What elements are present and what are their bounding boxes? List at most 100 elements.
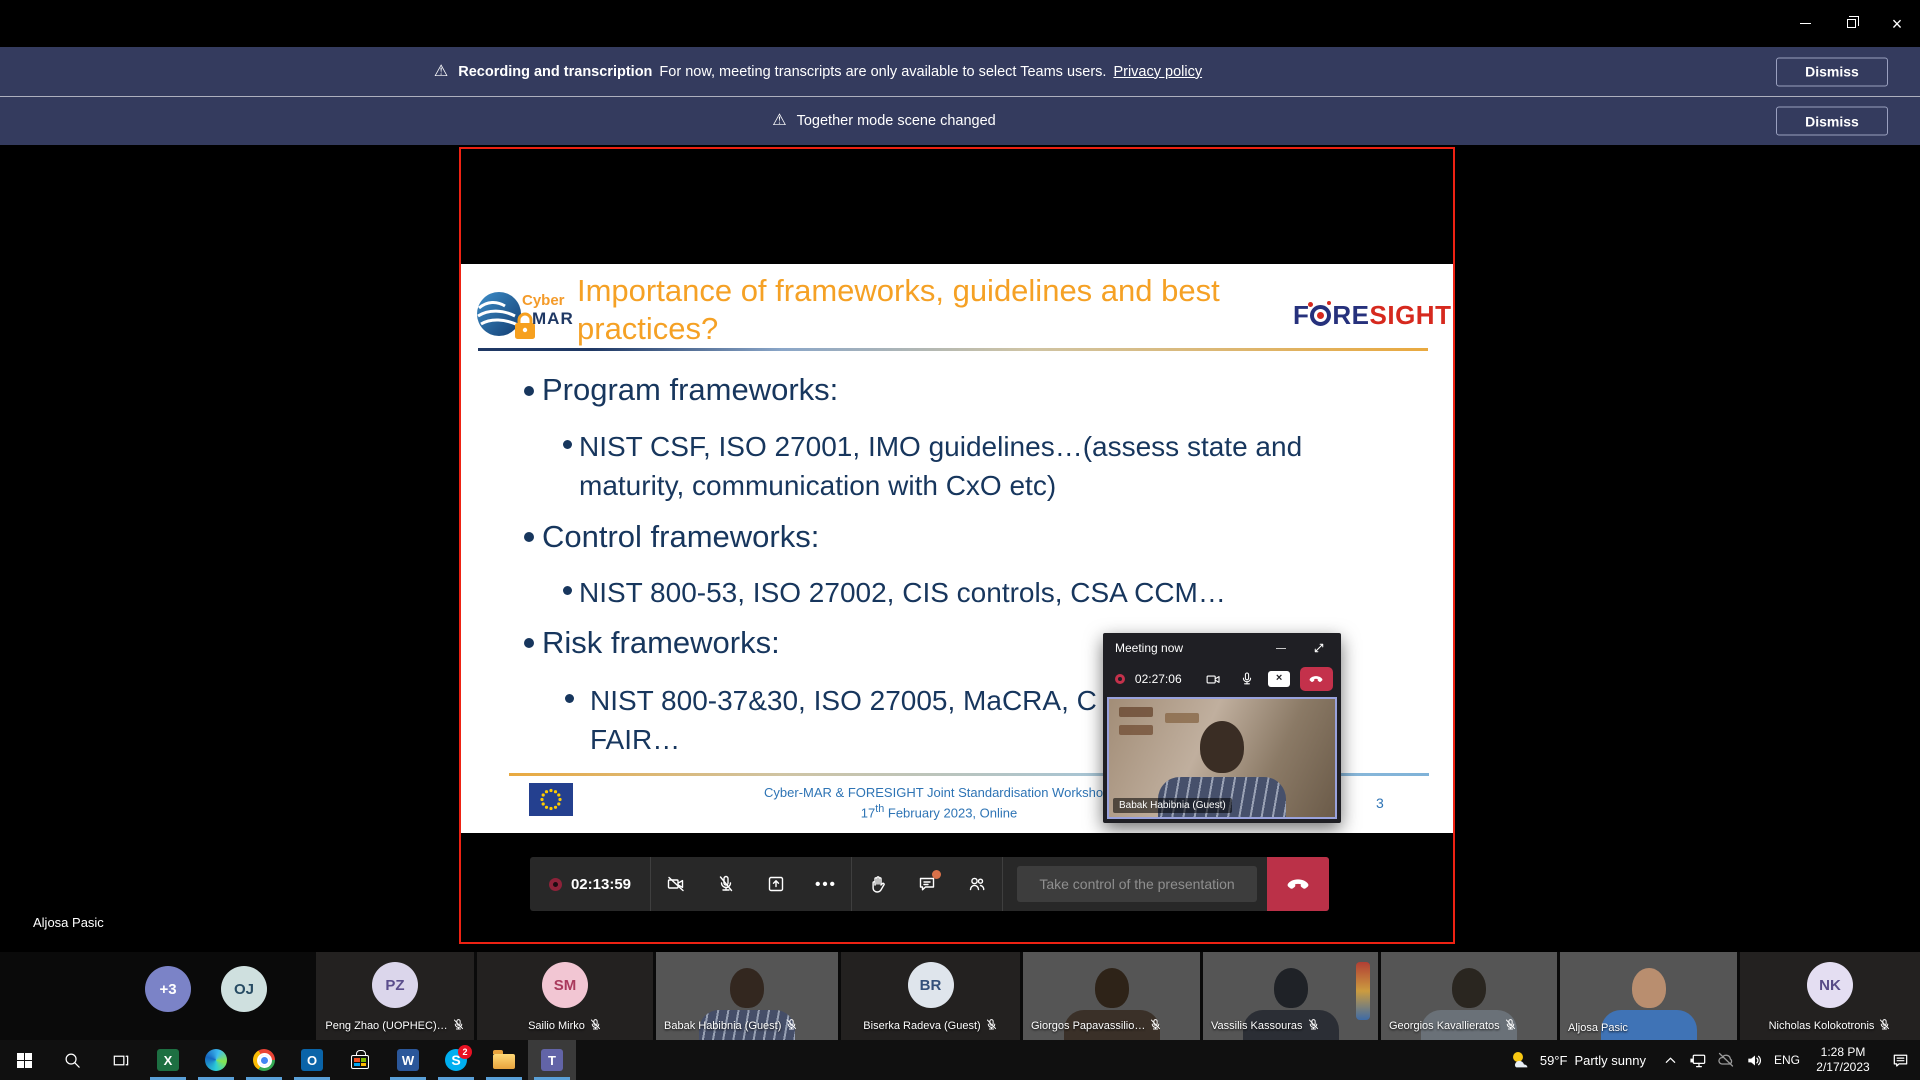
camera-off-button[interactable] xyxy=(651,857,701,911)
banner-content: ⚠ Together mode scene changed xyxy=(0,97,1844,145)
avatar: BR xyxy=(908,962,954,1008)
bullet-heading: Control frameworks: xyxy=(542,519,819,555)
chevron-up-icon xyxy=(1664,1054,1677,1067)
mic-icon xyxy=(1239,671,1255,687)
speaker-icon xyxy=(1745,1051,1764,1070)
minimize-button[interactable] xyxy=(1782,0,1828,47)
bullet-heading: Risk frameworks: xyxy=(542,625,780,661)
take-control-button[interactable]: Take control of the presentation xyxy=(1017,866,1257,902)
participant-video-tile[interactable]: Vassilis Kassouras xyxy=(1203,952,1378,1040)
skype-icon: S 2 xyxy=(445,1049,467,1071)
taskbar-app-excel[interactable]: X xyxy=(144,1040,192,1080)
footer-line1: Cyber-MAR & FORESIGHT Joint Standardisat… xyxy=(739,784,1139,801)
taskbar-app-skype[interactable]: S 2 xyxy=(432,1040,480,1080)
tray-show-hidden-icons[interactable] xyxy=(1656,1040,1684,1080)
hang-up-icon xyxy=(1308,671,1324,687)
taskbar-search-button[interactable] xyxy=(48,1040,96,1080)
raise-hand-icon xyxy=(868,875,887,894)
overflow-participants-badge[interactable]: +3 xyxy=(145,966,191,1012)
mini-mic-button[interactable] xyxy=(1235,668,1258,690)
mic-off-icon xyxy=(785,1018,798,1034)
raise-hand-button[interactable] xyxy=(852,857,902,911)
taskbar-app-file-explorer[interactable] xyxy=(480,1040,528,1080)
mic-off-icon xyxy=(1504,1018,1517,1034)
participants-button[interactable] xyxy=(952,857,1002,911)
search-icon xyxy=(63,1051,82,1070)
windows-taskbar: X O W S 2 T xyxy=(0,1040,1920,1080)
start-button[interactable] xyxy=(0,1040,48,1080)
bullet-subtext: NIST 800-53, ISO 27002, CIS controls, CS… xyxy=(579,573,1226,612)
restore-button[interactable] xyxy=(1828,0,1874,47)
bullet-icon xyxy=(524,638,534,648)
task-view-button[interactable] xyxy=(96,1040,144,1080)
participant-strip: +3 OJ PZ Peng Zhao (UOPHEC)… SM Sailio M… xyxy=(0,952,1920,1040)
hang-up-button[interactable] xyxy=(1267,857,1329,911)
meeting-now-controls: 02:27:06 × xyxy=(1103,663,1341,695)
teams-icon: T xyxy=(541,1049,563,1071)
tray-volume[interactable] xyxy=(1740,1040,1768,1080)
people-icon xyxy=(967,874,987,894)
participant-tile[interactable]: SM Sailio Mirko xyxy=(477,952,653,1040)
microsoft-store-icon xyxy=(351,1055,369,1069)
share-screen-icon xyxy=(766,874,786,894)
participant-video-tile[interactable]: Aljosa Pasic xyxy=(1560,952,1737,1040)
more-actions-button[interactable]: ••• xyxy=(801,857,851,911)
shared-screen-frame: Cyber MAR Importance of frameworks, guid… xyxy=(459,147,1455,944)
bullet-icon xyxy=(563,586,572,595)
mini-hang-up-button[interactable] xyxy=(1300,667,1333,691)
tray-network[interactable] xyxy=(1684,1040,1712,1080)
dismiss-together-button[interactable]: Dismiss xyxy=(1776,107,1888,136)
dismiss-recording-button[interactable]: Dismiss xyxy=(1776,57,1888,86)
minimize-icon xyxy=(1800,23,1811,24)
mini-stop-share-button[interactable]: × xyxy=(1268,671,1289,687)
mini-video-tile[interactable]: Babak Habibnia (Guest) xyxy=(1107,697,1337,819)
mini-camera-button[interactable] xyxy=(1202,668,1225,690)
footer-line2: 17th February 2023, Online xyxy=(739,801,1139,821)
banner-content: ⚠ Recording and transcription For now, m… xyxy=(0,47,1778,96)
tray-clock[interactable]: 1:28 PM 2/17/2023 xyxy=(1806,1040,1880,1080)
taskbar-app-chrome[interactable] xyxy=(240,1040,288,1080)
banner-title: Recording and transcription xyxy=(458,64,652,80)
tray-onedrive[interactable] xyxy=(1712,1040,1740,1080)
avatar: NK xyxy=(1807,962,1853,1008)
foresight-re: RE xyxy=(1332,300,1369,331)
participant-name: Georgios Kavallieratos xyxy=(1389,1020,1500,1032)
weather-widget[interactable]: 59°F Partly sunny xyxy=(1499,1040,1656,1080)
warning-icon: ⚠ xyxy=(434,64,448,80)
privacy-policy-link[interactable]: Privacy policy xyxy=(1113,64,1202,80)
window-controls: × xyxy=(1782,0,1920,47)
close-button[interactable]: × xyxy=(1874,0,1920,47)
mini-expand-button[interactable] xyxy=(1307,637,1331,659)
taskbar-app-store[interactable] xyxy=(336,1040,384,1080)
bullet-icon xyxy=(524,532,534,542)
taskbar-app-teams[interactable]: T xyxy=(528,1040,576,1080)
presenter-name-label: Aljosa Pasic xyxy=(33,915,104,930)
participant-video-tile[interactable]: Giorgos Papavassilio… xyxy=(1023,952,1200,1040)
participant-tile[interactable]: PZ Peng Zhao (UOPHEC)… xyxy=(316,952,474,1040)
partly-sunny-icon xyxy=(1509,1049,1533,1071)
participant-tile[interactable]: NK Nicholas Kolokotronis xyxy=(1740,952,1920,1040)
together-mode-banner: ⚠ Together mode scene changed Dismiss xyxy=(0,96,1920,145)
word-icon: W xyxy=(397,1049,419,1071)
taskbar-app-outlook[interactable]: O xyxy=(288,1040,336,1080)
participant-name: Sailio Mirko xyxy=(528,1020,585,1032)
taskbar-app-word[interactable]: W xyxy=(384,1040,432,1080)
participant-avatar[interactable]: OJ xyxy=(221,966,267,1012)
participant-name: Vassilis Kassouras xyxy=(1211,1020,1303,1032)
foresight-sight: SIGHT xyxy=(1370,300,1452,331)
action-center-button[interactable] xyxy=(1880,1040,1920,1080)
participant-name: Babak Habibnia (Guest) xyxy=(664,1020,781,1032)
eu-flag-icon xyxy=(529,783,573,816)
skype-notification-badge: 2 xyxy=(458,1045,472,1059)
taskbar-app-edge[interactable] xyxy=(192,1040,240,1080)
participant-video-tile[interactable]: Georgios Kavallieratos xyxy=(1381,952,1557,1040)
participant-tile[interactable]: BR Biserka Radeva (Guest) xyxy=(841,952,1020,1040)
share-screen-button[interactable] xyxy=(751,857,801,911)
logo-text-cyber: Cyber xyxy=(522,292,565,309)
edge-icon xyxy=(205,1049,227,1071)
mic-off-button[interactable] xyxy=(701,857,751,911)
tray-language[interactable]: ENG xyxy=(1768,1040,1806,1080)
participant-video-tile[interactable]: Babak Habibnia (Guest) xyxy=(656,952,838,1040)
chat-button[interactable] xyxy=(902,857,952,911)
mini-minimize-button[interactable] xyxy=(1269,637,1293,659)
